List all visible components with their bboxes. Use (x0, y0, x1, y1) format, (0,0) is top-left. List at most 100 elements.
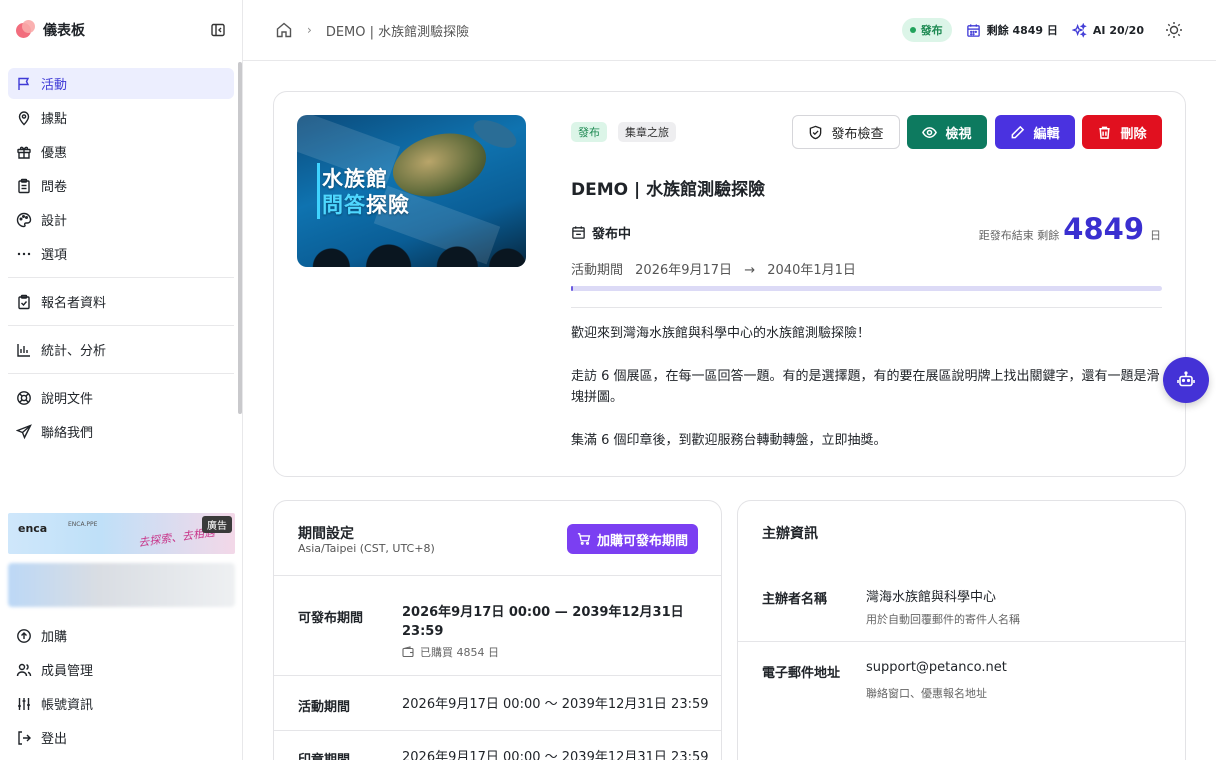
trash-icon (1099, 126, 1111, 139)
sidebar-item-label: 加購 (41, 630, 68, 645)
gift-icon (17, 146, 31, 159)
publish-check-button[interactable]: 發布檢查 (792, 115, 900, 149)
status-chip: 發布 (571, 122, 607, 142)
sidebar-scrollbar[interactable] (238, 62, 242, 414)
row-key: 活動期間 (298, 700, 351, 715)
arrow-up-circle-icon (17, 628, 31, 643)
sidebar-item-account[interactable]: 帳號資訊 (8, 688, 235, 719)
period-label: 活動期間 (571, 263, 624, 278)
chart-icon (17, 343, 30, 357)
sidebar-item-registrants[interactable]: 報名者資料 (8, 286, 234, 317)
row-note-text: 已購買 4854 日 (420, 646, 499, 659)
remaining-unit: 日 (1150, 229, 1161, 242)
event-period: 活動期間 2026年9月17日 → 2040年1月1日 (571, 259, 864, 278)
period-progress-fill (571, 286, 573, 291)
sidebar-item-locations[interactable]: 據點 (8, 102, 234, 133)
organizer-card: 主辦資訊 主辦者名稱 灣海水族館與科學中心 用於自動回覆郵件的寄件人名稱 電子郵… (737, 500, 1186, 760)
sidebar-bottom-nav: 加購 成員管理 帳號資訊 登出 (8, 620, 235, 756)
sidebar-item-events[interactable]: 活動 (8, 68, 234, 99)
sidebar: 儀表板 活動 據點 優惠 問卷 設計 選項 報名者資料 統計、分析 說明文件 聯… (0, 0, 243, 760)
sidebar-item-label: 帳號資訊 (41, 698, 94, 713)
sidebar-ad-banner[interactable]: enca ENCA.PPE 去探索、去相遇 廣告 (8, 513, 235, 554)
sidebar-item-purchase[interactable]: 加購 (8, 620, 235, 651)
ad-subtext: ENCA.PPE (68, 521, 98, 528)
sidebar-item-label: 聯絡我們 (41, 426, 94, 441)
topbar: › DEMO | 水族館測驗探險 發布 剩餘 4849 日 AI 20/20 (243, 0, 1216, 61)
sidebar-item-logout[interactable]: 登出 (8, 722, 235, 753)
blurred-account-card (8, 563, 235, 607)
sidebar-title: 儀表板 (43, 23, 85, 39)
buy-period-button[interactable]: 加購可發布期間 (566, 524, 698, 554)
cover-title-line2: 問答探險 (317, 189, 410, 219)
row-value: 灣海水族館與科學中心 (866, 590, 997, 605)
period-card-title: 期間設定 (298, 526, 354, 542)
organizer-card-title: 主辦資訊 (762, 526, 818, 542)
flag-icon (18, 77, 30, 90)
period-row-event: 活動期間 2026年9月17日 00:00 〜 2039年12月31日 23:5… (274, 675, 721, 730)
view-button[interactable]: 檢視 (907, 115, 987, 149)
row-hint: 用於自動回覆郵件的寄件人名稱 (866, 613, 1020, 626)
sidebar-item-label: 問卷 (41, 180, 68, 195)
robot-icon (1177, 371, 1195, 387)
breadcrumb[interactable]: DEMO | 水族館測驗探險 (326, 21, 902, 40)
sidebar-collapse-icon[interactable] (210, 22, 226, 38)
ad-brand: enca (18, 522, 48, 535)
sidebar-divider (8, 373, 234, 374)
organizer-row-name: 主辦者名稱 灣海水族館與科學中心 用於自動回覆郵件的寄件人名稱 (738, 575, 1185, 641)
wallet-icon (402, 646, 414, 658)
sidebar-item-label: 報名者資料 (41, 296, 107, 311)
send-icon (16, 423, 32, 439)
event-type-chip: 集章之旅 (618, 122, 676, 142)
ai-assistant-button[interactable] (1163, 357, 1209, 403)
publish-state: 發布中 (571, 223, 631, 242)
row-value: 2026年9月17日 00:00 〜 2039年12月31日 23:59 (402, 697, 709, 712)
period-settings-card: 期間設定 Asia/Taipei (CST, UTC+8) 加購可發布期間 可發… (273, 500, 722, 760)
edit-button[interactable]: 編輯 (995, 115, 1075, 149)
map-pin-icon (18, 110, 30, 125)
sidebar-item-analytics[interactable]: 統計、分析 (8, 334, 234, 365)
sidebar-item-label: 活動 (41, 78, 68, 93)
days-remaining: 剩餘 4849 日 (966, 22, 1058, 38)
app-logo (16, 20, 36, 40)
sidebar-item-contact[interactable]: 聯絡我們 (8, 416, 234, 447)
lifebuoy-icon (17, 390, 31, 405)
sparkles-icon (1071, 22, 1087, 38)
sidebar-item-docs[interactable]: 說明文件 (8, 382, 234, 413)
sidebar-item-label: 統計、分析 (41, 344, 107, 359)
calendar-icon (572, 226, 585, 239)
sidebar-item-design[interactable]: 設計 (8, 204, 234, 235)
event-summary-card: 水族館 問答探險 發布 集章之旅 發布檢查 檢視 編輯 刪除 DEMO | 水族… (273, 91, 1186, 477)
sidebar-item-label: 優惠 (41, 146, 68, 161)
description-paragraph: 歡迎來到灣海水族館與科學中心的水族館測驗探險！ (571, 326, 871, 341)
palette-icon (16, 212, 32, 227)
view-label: 檢視 (945, 126, 972, 142)
period-start: 2026年9月17日 (635, 263, 733, 278)
delete-button[interactable]: 刪除 (1082, 115, 1162, 149)
sidebar-divider (8, 325, 234, 326)
event-description: 歡迎來到灣海水族館與科學中心的水族館測驗探險！ 走訪 6 個展區，在每一區回答一… (571, 323, 1163, 473)
sidebar-item-offers[interactable]: 優惠 (8, 136, 234, 167)
publish-state-label: 發布中 (592, 227, 632, 242)
calendar-icon (966, 23, 980, 37)
more-icon (17, 252, 31, 255)
row-key: 主辦者名稱 (762, 592, 828, 607)
sidebar-item-label: 據點 (41, 112, 68, 127)
event-title: DEMO | 水族館測驗探險 (571, 180, 766, 200)
remaining-label: 距發布結束 剩餘 (978, 229, 1060, 242)
pencil-icon (1012, 125, 1025, 138)
sidebar-item-options[interactable]: 選項 (8, 238, 234, 269)
status-badge-label: 發布 (920, 24, 943, 37)
chevron-right-icon: › (307, 23, 312, 37)
sun-icon[interactable] (1164, 20, 1184, 40)
cover-title-rest: 探險 (366, 193, 410, 217)
days-remaining-label: 剩餘 4849 日 (986, 24, 1058, 37)
home-icon[interactable] (275, 21, 293, 39)
clipboard-icon (18, 178, 30, 193)
timezone-label: Asia/Taipei (CST, UTC+8) (298, 542, 435, 555)
sidebar-item-members[interactable]: 成員管理 (8, 654, 235, 685)
arrow-right-icon: → (744, 263, 756, 278)
sidebar-item-surveys[interactable]: 問卷 (8, 170, 234, 201)
status-dot (909, 27, 916, 33)
period-row-stamp: 印章期間 2026年9月17日 00:00 〜 2039年12月31日 23:5… (274, 730, 721, 760)
sliders-icon (18, 697, 30, 710)
